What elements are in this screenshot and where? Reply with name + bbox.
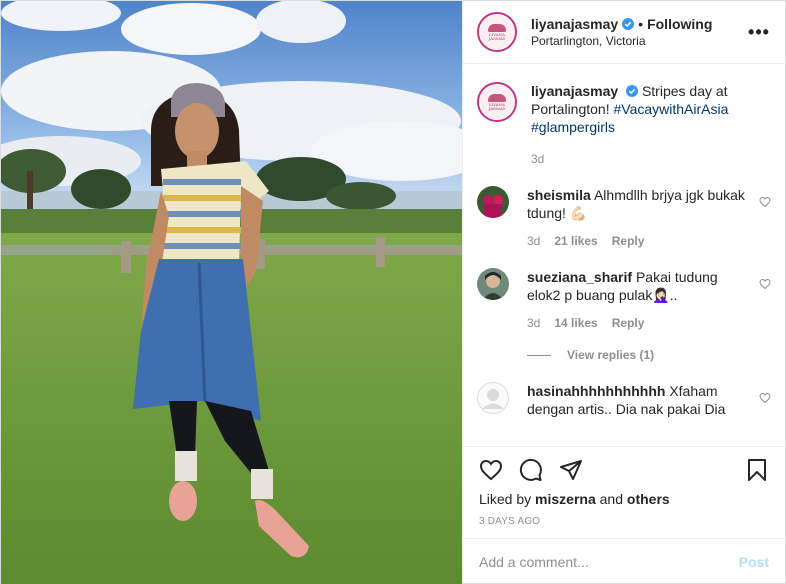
comment: hasinahhhhhhhhhhh Xfaham dengan artis.. … bbox=[477, 382, 771, 418]
comment-meta: 3d 14 likes Reply bbox=[527, 314, 749, 332]
caption-time[interactable]: 3d bbox=[531, 150, 544, 168]
liked-by-prefix: Liked by bbox=[479, 491, 532, 507]
caption-body: liyanajasmay Stripes day at Portalington… bbox=[531, 82, 771, 168]
comment-body: sheismila Alhmdllh brjya jgk bukak tdung… bbox=[527, 186, 771, 250]
comment-icon[interactable] bbox=[519, 458, 543, 482]
hashtag-link[interactable]: #glampergirls bbox=[531, 119, 615, 135]
comment-username[interactable]: hasinahhhhhhhhhhh bbox=[527, 383, 665, 399]
header-row: liyanajasmay • Following bbox=[531, 16, 739, 32]
heart-icon[interactable] bbox=[759, 278, 771, 290]
logo-text: LIYANA JASMAY bbox=[488, 31, 506, 41]
commenter-avatar[interactable] bbox=[477, 382, 509, 414]
comment: sheismila Alhmdllh brjya jgk bukak tdung… bbox=[477, 186, 771, 250]
comment-time[interactable]: 3d bbox=[527, 232, 540, 250]
comment-body: hasinahhhhhhhhhhh Xfaham dengan artis.. … bbox=[527, 382, 771, 418]
likes-summary: Liked by miszerna and others bbox=[479, 491, 769, 507]
action-icons bbox=[479, 447, 769, 493]
post-actions: Liked by miszerna and others 3 DAYS AGO bbox=[463, 446, 785, 538]
profile-avatar[interactable]: LIYANA JASMAY bbox=[477, 12, 517, 52]
comment-time[interactable]: 3d bbox=[527, 314, 540, 332]
hashtag-link[interactable]: #VacaywithAirAsia bbox=[614, 101, 729, 117]
comment-likes[interactable]: 14 likes bbox=[554, 314, 597, 332]
avatar-photo bbox=[477, 268, 509, 300]
liked-by-others[interactable]: others bbox=[627, 491, 670, 507]
logo-text: LIYANA JASMAY bbox=[488, 101, 506, 111]
share-icon[interactable] bbox=[559, 458, 583, 482]
post-header: LIYANA JASMAY liyanajasmay • Following Po… bbox=[463, 1, 785, 64]
default-avatar-icon bbox=[477, 382, 509, 414]
heart-icon[interactable] bbox=[759, 392, 771, 404]
comments-section[interactable]: LIYANA JASMAY liyanajasmay Stripes day at… bbox=[463, 64, 785, 446]
view-replies-label: View replies (1) bbox=[567, 348, 655, 362]
verified-badge-icon bbox=[622, 18, 635, 30]
add-comment-bar: Post bbox=[463, 538, 785, 584]
separator-dot: • bbox=[638, 16, 644, 32]
commenter-avatar[interactable] bbox=[477, 268, 509, 300]
comment-username[interactable]: sheismila bbox=[527, 187, 591, 203]
header-username[interactable]: liyanajasmay bbox=[531, 16, 618, 32]
verified-badge-icon bbox=[626, 85, 639, 97]
liked-by-user[interactable]: miszerna bbox=[535, 491, 596, 507]
location-link[interactable]: Portarlington, Victoria bbox=[531, 34, 739, 48]
replies-divider bbox=[527, 354, 551, 356]
header-text: liyanajasmay • Following Portarlington, … bbox=[531, 16, 739, 48]
avatar-photo bbox=[477, 186, 509, 218]
caption: LIYANA JASMAY liyanajasmay Stripes day at… bbox=[477, 82, 771, 168]
heart-icon[interactable] bbox=[759, 196, 771, 208]
post-comment-button[interactable]: Post bbox=[739, 554, 769, 570]
avatar-logo: LIYANA JASMAY bbox=[480, 15, 514, 49]
bookmark-icon[interactable] bbox=[745, 458, 769, 482]
caption-avatar[interactable]: LIYANA JASMAY bbox=[477, 82, 517, 122]
commenter-avatar[interactable] bbox=[477, 186, 509, 218]
like-heart-icon[interactable] bbox=[479, 458, 503, 482]
post-details-panel: LIYANA JASMAY liyanajasmay • Following Po… bbox=[462, 1, 785, 584]
reply-button[interactable]: Reply bbox=[612, 232, 645, 250]
more-options-icon[interactable]: ••• bbox=[747, 20, 771, 44]
caption-meta: 3d bbox=[531, 150, 749, 168]
comment-body: sueziana_sharif Pakai tudung elok2 p bua… bbox=[527, 268, 771, 332]
view-replies-button[interactable]: View replies (1) bbox=[527, 348, 771, 362]
logo-mark bbox=[488, 23, 506, 32]
post-timestamp[interactable]: 3 DAYS AGO bbox=[479, 516, 769, 527]
avatar-logo: LIYANA JASMAY bbox=[480, 85, 514, 119]
liked-by-joiner: and bbox=[599, 491, 623, 507]
reply-button[interactable]: Reply bbox=[612, 314, 645, 332]
comment-likes[interactable]: 21 likes bbox=[554, 232, 597, 250]
caption-username[interactable]: liyanajasmay bbox=[531, 83, 618, 99]
logo-mark bbox=[488, 93, 506, 102]
comment-input[interactable] bbox=[479, 554, 731, 570]
comment-username[interactable]: sueziana_sharif bbox=[527, 269, 632, 285]
comment-meta: 3d 21 likes Reply bbox=[527, 232, 749, 250]
photo-illustration bbox=[1, 1, 462, 584]
comment: sueziana_sharif Pakai tudung elok2 p bua… bbox=[477, 268, 771, 332]
post-photo[interactable] bbox=[1, 1, 462, 584]
following-button[interactable]: Following bbox=[647, 16, 712, 32]
instagram-post: LIYANA JASMAY liyanajasmay • Following Po… bbox=[0, 0, 786, 584]
